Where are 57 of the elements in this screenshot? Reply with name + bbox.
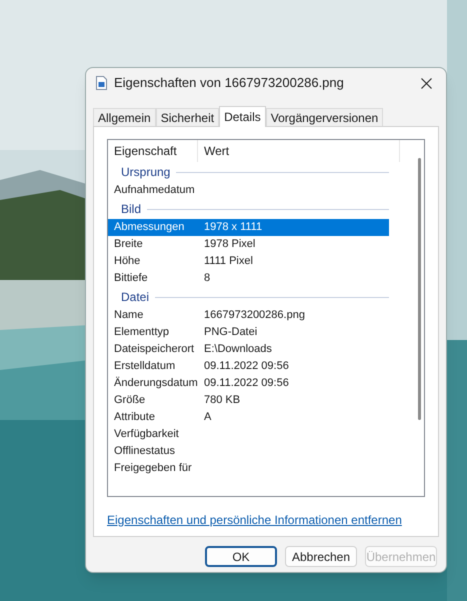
property-value: 1667973200286.png xyxy=(203,308,305,324)
property-value: 09.11.2022 09:56 xyxy=(203,359,289,374)
property-row[interactable]: Verfügbarkeit xyxy=(108,426,389,443)
property-row[interactable]: Höhe 1111 Pixel xyxy=(108,253,389,270)
property-name: Verfügbarkeit xyxy=(113,427,180,442)
property-name: Erstelldatum xyxy=(113,359,176,374)
property-name: Name xyxy=(113,308,144,324)
property-row[interactable]: Name 1667973200286.png xyxy=(108,307,389,324)
property-value: A xyxy=(203,410,212,426)
column-header[interactable]: Eigenschaft xyxy=(108,140,198,162)
close-icon[interactable] xyxy=(421,78,432,88)
group-heading: Bild xyxy=(121,201,142,218)
property-row[interactable]: Erstelldatum 09.11.2022 09:56 xyxy=(108,358,389,375)
property-name: Aufnahmedatum xyxy=(113,183,196,198)
property-name: Breite xyxy=(113,237,144,252)
column-header[interactable]: Wert xyxy=(198,140,400,162)
property-name: Dateispeicherort xyxy=(113,342,196,358)
property-name: Höhe xyxy=(113,254,142,270)
property-value: 8 xyxy=(203,271,210,286)
property-name: Offlinestatus xyxy=(113,444,176,460)
property-row[interactable]: Offlinestatus xyxy=(108,443,389,460)
property-name: Freigegeben für xyxy=(113,461,193,476)
dialog-button[interactable]: OK xyxy=(205,546,277,567)
property-row[interactable]: Breite 1978 Pixel xyxy=(108,236,389,253)
dialog-button[interactable]: Abbrechen xyxy=(285,546,357,567)
window-title: Eigenschaften von 1667973200286.png xyxy=(114,74,345,92)
property-value: E:\Downloads xyxy=(203,342,272,358)
image-file-icon xyxy=(96,76,107,90)
tab[interactable]: Sicherheit xyxy=(156,108,220,126)
remove-properties-link[interactable]: Eigenschaften und persönliche Informationen entfernen xyxy=(107,511,425,529)
property-row[interactable]: Freigegeben für xyxy=(108,460,389,477)
property-value: PNG-Datei xyxy=(203,325,258,340)
property-name: Bittiefe xyxy=(113,271,149,286)
property-name: Änderungsdatum xyxy=(113,376,198,392)
property-value: 1978 Pixel xyxy=(203,237,256,252)
property-name: Größe xyxy=(113,393,146,408)
property-value: 09.11.2022 09:56 xyxy=(203,376,289,392)
scrollbar[interactable] xyxy=(418,158,421,420)
property-name: Attribute xyxy=(113,410,156,426)
property-row[interactable]: Bittiefe 8 xyxy=(108,270,389,287)
tab[interactable]: Vorgängerversionen xyxy=(266,108,384,126)
property-value: 1111 Pixel xyxy=(203,254,253,270)
property-row[interactable]: Attribute A xyxy=(108,409,389,426)
property-name: Abmessungen xyxy=(113,220,186,236)
property-name: Elementtyp xyxy=(113,325,170,340)
property-value: 1978 x 1111 xyxy=(203,220,262,236)
property-row[interactable]: Abmessungen 1978 x 1111 xyxy=(108,219,389,236)
group-heading: Ursprung xyxy=(121,164,170,181)
property-row[interactable]: Elementtyp PNG-Datei xyxy=(108,324,389,341)
property-row[interactable]: Aufnahmedatum xyxy=(108,182,389,199)
tab[interactable]: Details xyxy=(219,106,266,127)
property-row[interactable]: Größe 780 KB xyxy=(108,392,389,409)
property-row[interactable]: Dateispeicherort E:\Downloads xyxy=(108,341,389,358)
property-value: 780 KB xyxy=(203,393,240,408)
group-heading: Datei xyxy=(121,289,150,306)
tab[interactable]: Allgemein xyxy=(93,108,156,126)
property-row[interactable]: Änderungsdatum 09.11.2022 09:56 xyxy=(108,375,389,392)
